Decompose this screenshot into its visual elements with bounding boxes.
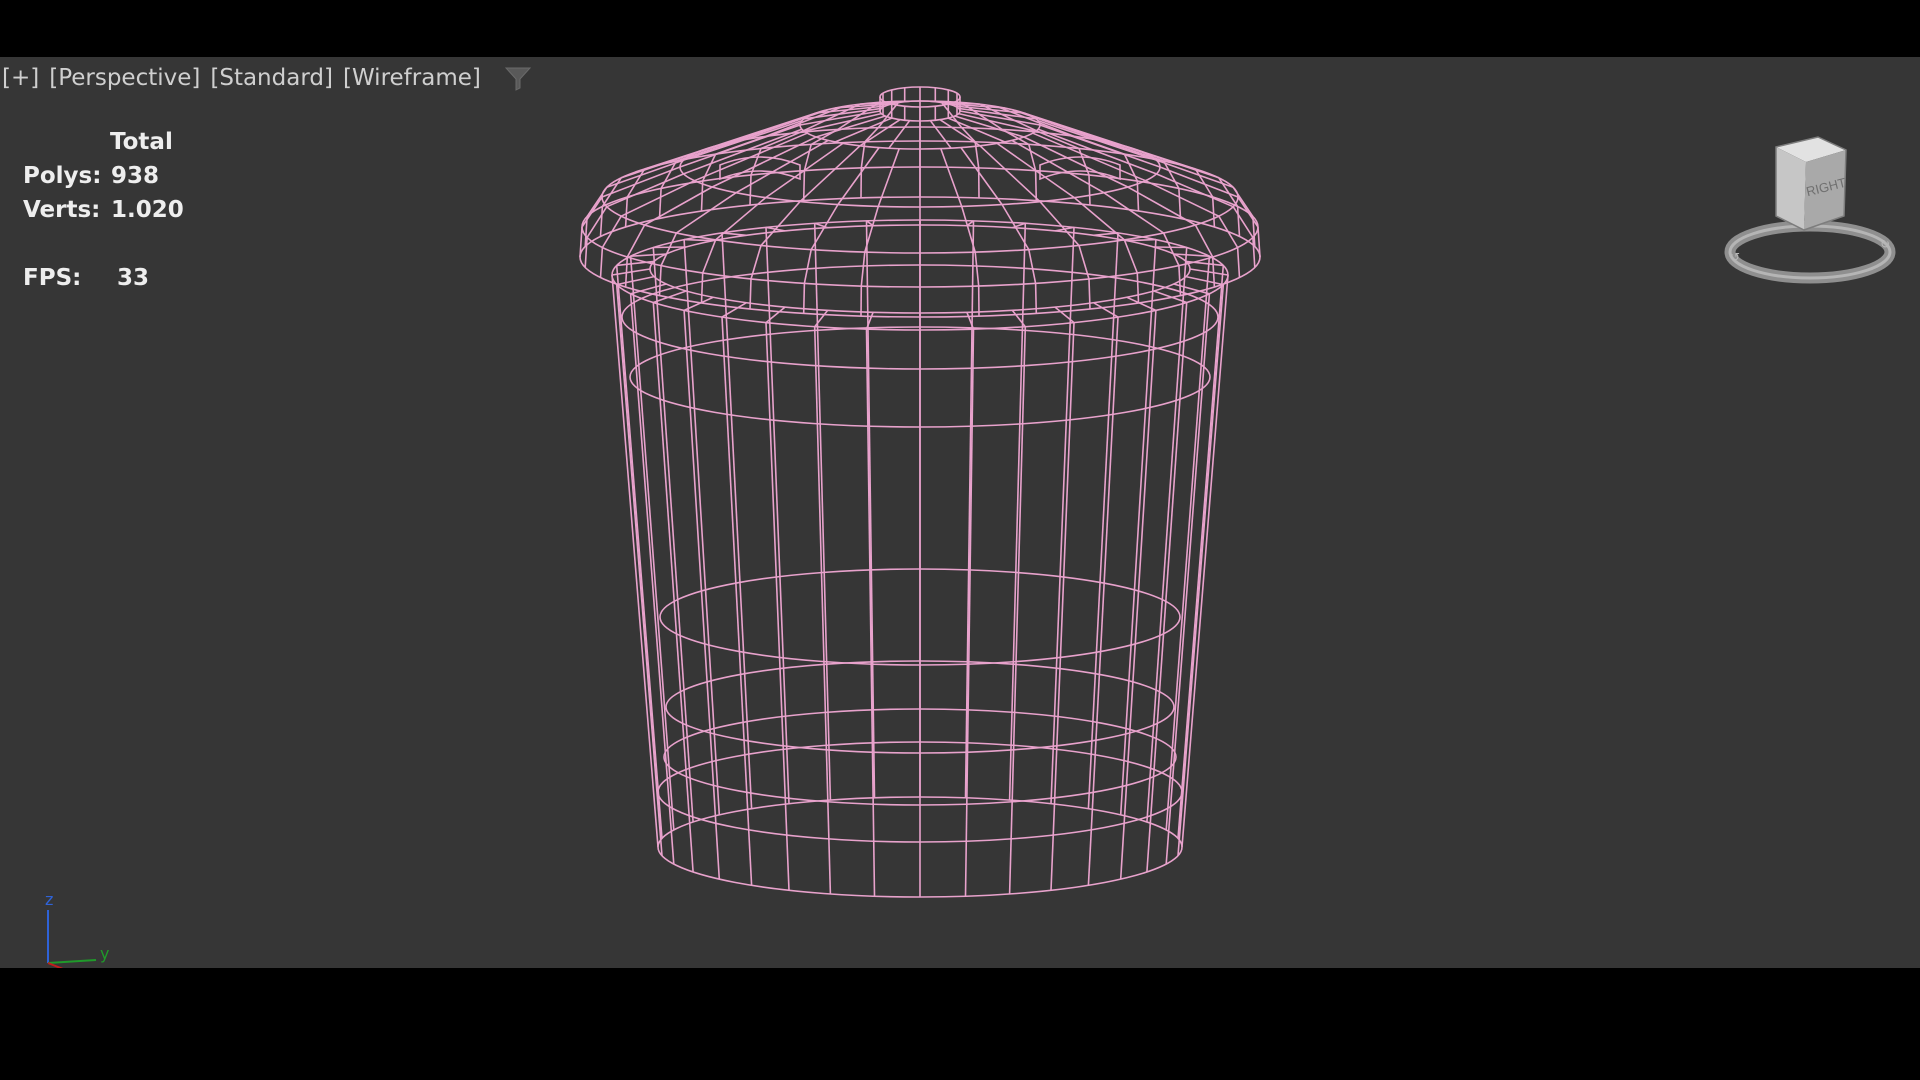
axis-y-label: y xyxy=(100,944,109,963)
axis-z-label: z xyxy=(45,890,53,909)
viewcube-navigation[interactable]: RIGHT ↺ ↻ xyxy=(1720,122,1900,302)
compass-east-marker: ↻ xyxy=(1880,237,1890,251)
trash-can-wireframe-mesh[interactable] xyxy=(0,57,1920,968)
letterbox-bottom xyxy=(0,968,1920,1080)
axis-gizmo: z y xyxy=(45,890,109,968)
compass-west-marker: ↺ xyxy=(1730,250,1740,264)
perspective-viewport[interactable]: [+] [Perspective] [Standard] [Wireframe]… xyxy=(0,57,1920,968)
letterbox-top xyxy=(0,0,1920,57)
